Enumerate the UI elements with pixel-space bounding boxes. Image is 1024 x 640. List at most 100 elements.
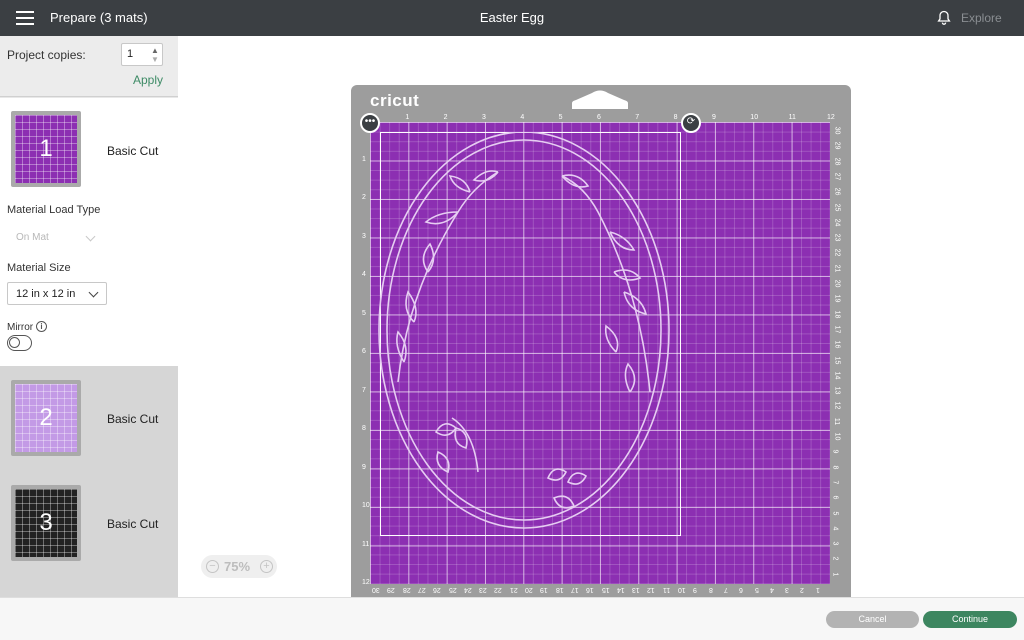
ruler-tick-label: 10 — [678, 586, 686, 593]
ruler-tick-label: 24 — [463, 586, 472, 593]
ruler-tick-label: 12 — [647, 586, 656, 593]
mat-1-panel: 1 Basic Cut Material Load Type On Mat Ma… — [0, 98, 178, 366]
cricut-logo: cricut — [370, 91, 420, 110]
material-size-select[interactable]: 12 in x 12 in — [7, 282, 107, 305]
ruler-tick-label: 23 — [833, 233, 841, 242]
mat-1-number: 1 — [15, 115, 77, 183]
ruler-tick-label: 30 — [372, 586, 380, 593]
ruler-tick-label: 8 — [673, 114, 678, 121]
ruler-tick-label: 1 — [405, 114, 410, 121]
chevron-down-icon — [88, 287, 99, 298]
material-load-type-select: On Mat — [7, 228, 103, 248]
ruler-tick-label: 9 — [831, 449, 839, 454]
ruler-tick-label: 10 — [362, 502, 370, 509]
top-bar: Prepare (3 mats) Easter Egg Explore — [0, 0, 1024, 36]
toggle-knob — [9, 337, 20, 348]
ruler-tick-label: 15 — [833, 356, 841, 364]
cancel-button[interactable]: Cancel — [826, 611, 919, 628]
material-load-type-value: On Mat — [16, 232, 49, 243]
mat-list: 2 Basic Cut 3 Basic Cut — [0, 366, 178, 598]
ruler-tick-label: 1 — [815, 586, 820, 593]
ruler-tick-label: 12 — [362, 579, 370, 586]
explore-link[interactable]: Explore — [961, 11, 1002, 25]
ruler-tick-label: 28 — [833, 157, 841, 165]
mat-2-label: Basic Cut — [107, 412, 159, 426]
ruler-tick-label: 19 — [540, 586, 549, 593]
ruler-tick-label: 6 — [362, 348, 366, 355]
ruler-tick-label: 12 — [833, 401, 841, 410]
ruler-tick-label: 29 — [387, 586, 396, 593]
project-copies-label: Project copies: — [7, 48, 86, 62]
ruler-tick-label: 17 — [833, 325, 841, 334]
stepper-up-icon[interactable]: ▲ — [151, 46, 159, 55]
hamburger-icon[interactable] — [16, 11, 34, 25]
info-icon[interactable]: i — [36, 321, 47, 332]
zoom-control: − 75% + — [201, 555, 277, 578]
ruler-tick-label: 11 — [833, 417, 841, 425]
project-copies-section: Project copies: 1 ▲ ▼ Apply — [0, 36, 178, 97]
mirror-toggle[interactable] — [7, 335, 32, 351]
mat-2-number: 2 — [15, 384, 77, 452]
bell-icon[interactable] — [936, 10, 952, 26]
ruler-tick-label: 15 — [601, 586, 610, 593]
easter-egg-design[interactable] — [378, 132, 678, 538]
ruler-tick-label: 22 — [833, 248, 841, 257]
ruler-tick-label: 9 — [693, 586, 698, 593]
project-copies-value: 1 — [127, 48, 134, 60]
ruler-tick-label: 18 — [555, 586, 564, 593]
ruler-tick-label: 2 — [362, 194, 366, 201]
left-panel: Project copies: 1 ▲ ▼ Apply 1 Basic Cut … — [0, 36, 178, 640]
mat-3-thumbnail[interactable]: 3 — [11, 485, 81, 561]
ruler-tick-label: 14 — [833, 371, 841, 380]
ruler-tick-label: 20 — [833, 279, 841, 288]
ruler-tick-label: 26 — [833, 187, 841, 196]
stepper-down-icon[interactable]: ▼ — [151, 55, 159, 64]
ruler-tick-label: 27 — [417, 586, 426, 593]
rotate-icon[interactable]: ⟳ — [681, 113, 701, 133]
ruler-tick-label: 8 — [831, 465, 839, 470]
zoom-in-icon[interactable]: + — [260, 560, 273, 573]
ruler-tick-label: 8 — [708, 586, 713, 593]
zoom-value: 75% — [224, 559, 251, 574]
ruler-tick-label: 3 — [481, 114, 486, 121]
ruler-tick-label: 7 — [831, 480, 839, 485]
ruler-tick-label: 5 — [831, 511, 839, 515]
project-copies-input[interactable]: 1 ▲ ▼ — [121, 43, 163, 66]
ruler-tick-label: 26 — [433, 586, 441, 593]
mat-3-label: Basic Cut — [107, 517, 159, 531]
more-options-icon[interactable]: ••• — [360, 113, 380, 133]
project-name: Easter Egg — [479, 10, 545, 25]
mat-3-item[interactable]: 3 Basic Cut — [0, 471, 178, 576]
ruler-tick-label: 16 — [586, 586, 594, 593]
ruler-tick-label: 5 — [754, 586, 759, 593]
ruler-tick-label: 7 — [635, 114, 640, 121]
ruler-tick-label: 4 — [769, 586, 774, 593]
ruler-tick-label: 11 — [788, 114, 796, 121]
ruler-tick-label: 24 — [833, 218, 841, 227]
mat-2-item[interactable]: 2 Basic Cut — [0, 366, 178, 471]
ruler-tick-label: 1 — [362, 155, 366, 163]
ruler-tick-label: 9 — [711, 114, 716, 121]
ruler-tick-label: 3 — [831, 541, 839, 546]
ruler-tick-label: 28 — [402, 586, 411, 593]
ruler-tick-label: 30 — [833, 126, 841, 135]
ruler-tick-label: 5 — [362, 309, 366, 317]
continue-button[interactable]: Continue — [923, 611, 1017, 628]
mat-tab — [572, 90, 628, 109]
mat-2-thumbnail[interactable]: 2 — [11, 380, 81, 456]
ruler-tick-label: 7 — [362, 386, 366, 394]
ruler-tick-label: 10 — [833, 432, 841, 441]
ruler-tick-label: 21 — [509, 586, 518, 593]
apply-button[interactable]: Apply — [133, 73, 163, 87]
mat-1-thumbnail[interactable]: 1 — [11, 111, 81, 187]
copies-stepper[interactable]: ▲ ▼ — [151, 46, 159, 64]
ruler-tick-label: 25 — [448, 586, 457, 593]
ruler-tick-label: 10 — [750, 114, 759, 121]
ruler-tick-label: 1 — [831, 572, 839, 577]
ruler-tick-label: 4 — [831, 526, 839, 531]
ruler-tick-label: 9 — [362, 463, 366, 471]
zoom-out-icon[interactable]: − — [206, 560, 219, 573]
ruler-tick-label: 6 — [739, 586, 744, 593]
ruler-tick-label: 21 — [833, 264, 841, 273]
ruler-tick-label: 16 — [833, 340, 841, 349]
